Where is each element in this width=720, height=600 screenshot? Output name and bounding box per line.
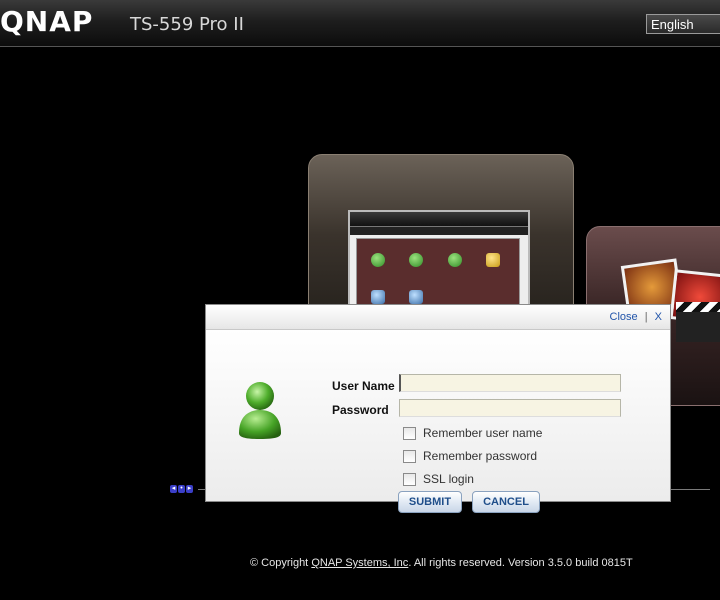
copyright-text: © Copyright QNAP Systems, Inc. All right… [250,556,633,570]
password-label: Password [332,403,389,417]
dialog-topbar: Close | X [206,305,670,330]
remember-username-label: Remember user name [423,426,543,440]
ssl-login-label: SSL login [423,472,474,486]
user-avatar-icon [239,382,281,439]
remember-password-row[interactable]: Remember password [403,448,537,464]
nav-prev-icon[interactable]: ◂ [170,485,177,493]
top-header: QNAP TS-559 Pro II English [0,0,720,47]
submit-button[interactable]: SUBMIT [398,491,462,513]
remember-username-checkbox[interactable] [403,426,416,440]
nav-dot-icon[interactable]: • [178,485,185,493]
preview-titlebar [350,212,528,226]
preview-subbar [350,226,528,235]
preview-users-icon [409,253,424,267]
login-form: User Name Password Remember user name Re… [206,330,670,513]
carousel-nav-icon[interactable]: ◂ • ▸ [170,484,194,494]
clapperboard-stripes [676,302,720,312]
nav-next-icon[interactable]: ▸ [186,485,193,493]
remember-username-row[interactable]: Remember user name [403,425,542,441]
username-input[interactable] [399,374,621,392]
preview-replication-icon [409,290,424,304]
close-controls: Close | X [610,310,662,324]
preview-group-icon [447,253,462,267]
close-x-button[interactable]: X [655,311,662,323]
remember-password-checkbox[interactable] [403,449,416,463]
ssl-login-checkbox[interactable] [403,472,416,486]
preview-ftp-icon [371,290,385,304]
login-dialog: Close | X User Name Password Remember us… [205,304,671,513]
model-name: TS-559 Pro II [130,14,244,35]
preview-user-icon [371,253,385,267]
clapperboard-icon [676,302,720,342]
login-page: QNAP TS-559 Pro II English ◂ • ▸ Close |… [0,0,720,600]
password-input[interactable] [399,399,621,417]
company-link[interactable]: QNAP Systems, Inc [311,557,408,569]
copyright-prefix: © Copyright [250,557,309,569]
ssl-login-row[interactable]: SSL login [403,471,474,487]
preview-folder-icon [486,253,501,267]
copyright-suffix: . All rights reserved. Version 3.5.0 bui… [408,557,633,569]
close-link[interactable]: Close [610,311,638,323]
close-separator: | [644,311,648,323]
cancel-button[interactable]: CANCEL [472,491,540,513]
language-select[interactable]: English [646,14,720,34]
remember-password-label: Remember password [423,449,538,463]
username-label: User Name [332,379,395,393]
qnap-logo: QNAP [0,5,94,38]
